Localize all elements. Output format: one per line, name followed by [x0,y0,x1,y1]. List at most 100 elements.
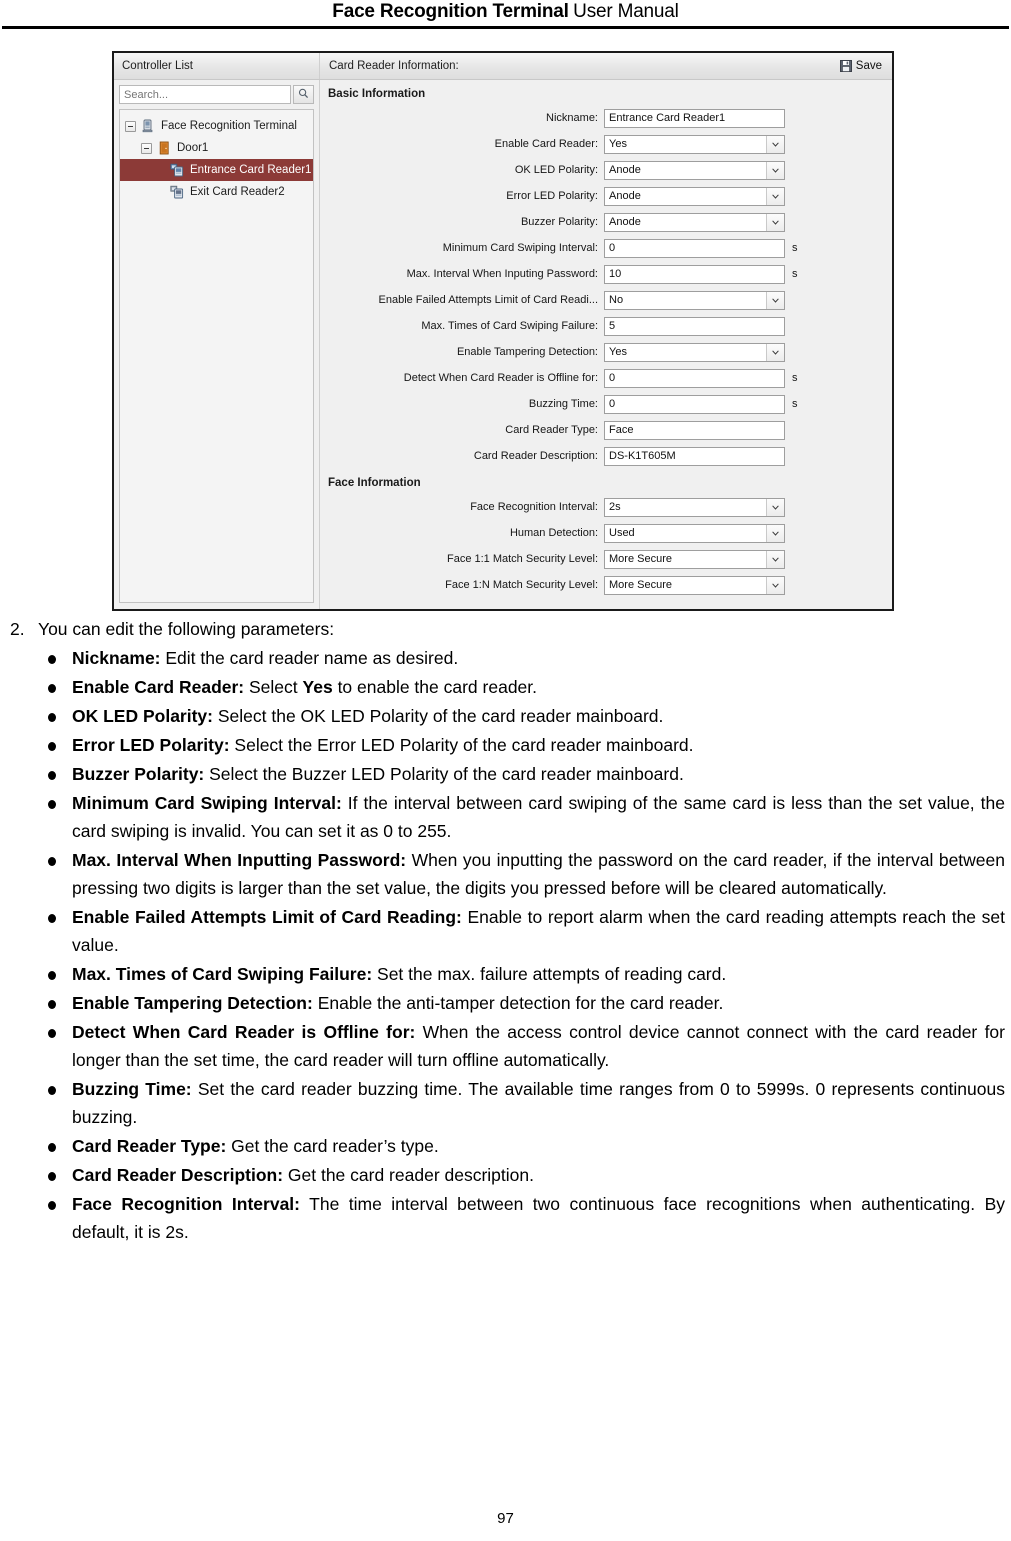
device-tree[interactable]: Face Recognition Terminal Door1 Entrance… [119,109,314,603]
door-icon [157,141,172,155]
list-item: Buzzing Time: Set the card reader buzzin… [44,1075,1005,1131]
field-value: Entrance Card Reader1 [609,112,726,124]
tree-item-label: Entrance Card Reader1 [190,164,312,176]
chevron-down-icon[interactable] [766,524,784,542]
manual-product-title: Face Recognition Terminal [332,1,569,22]
tree-item-entrance-card-reader1[interactable]: Entrance Card Reader1 [120,159,313,181]
detect-offline-duration-input[interactable]: 0 [604,368,785,388]
field-row-buzzer-polarity: Buzzer Polarity: Anode [326,209,880,235]
app-window: Controller List Card Reader Information:… [112,51,894,611]
card-reader-icon [170,185,185,199]
field-value: 0 [609,398,616,410]
bullet-desc: Get the card reader’s type. [226,1136,439,1156]
chevron-down-icon[interactable] [766,498,784,516]
bullet-term: Face Recognition Interval: [72,1194,300,1214]
max-times-card-swiping-failure-input[interactable]: 5 [604,316,785,336]
field-label: Nickname: [546,112,598,124]
chevron-down-icon[interactable] [766,576,784,594]
field-value: DS-K1T605M [609,450,676,462]
chevron-down-icon[interactable] [766,187,784,205]
field-label: Detect When Card Reader is Offline for: [403,372,598,384]
collapse-toggle-icon[interactable] [125,120,136,132]
enable-card-reader-select[interactable]: Yes [604,134,785,154]
human-detection-select[interactable]: Used [604,523,785,543]
buzzing-time-input[interactable]: 0 [604,394,785,414]
list-item: Max. Interval When Inputting Password: W… [44,846,1005,902]
card-reader-icon [170,163,185,177]
field-value: Yes [609,138,627,150]
field-value: 5 [609,320,616,332]
instructions-body: 2. You can edit the following parameters… [0,616,1011,1246]
save-button[interactable]: Save [839,60,882,72]
field-row-nickname: Nickname: Entrance Card Reader1 [326,105,880,131]
card-reader-type-input[interactable]: Face [604,420,785,440]
field-row-max-times-of-card-swiping-failure: Max. Times of Card Swiping Failure: 5 [326,313,880,339]
field-value: Used [609,527,635,539]
field-row-error-led-polarity: Error LED Polarity: Anode [326,183,880,209]
field-unit: s [792,398,798,410]
bullet-desc: Get the card reader description. [283,1165,534,1185]
field-value: 0 [609,242,616,254]
tree-item-label: Exit Card Reader2 [190,186,285,198]
max-interval-password-input[interactable]: 10 [604,264,785,284]
field-row-card-reader-description: Card Reader Description: DS-K1T605M [326,443,880,469]
ok-led-polarity-select[interactable]: Anode [604,160,785,180]
chevron-down-icon[interactable] [766,161,784,179]
chevron-down-icon[interactable] [766,343,784,361]
buzzer-polarity-select[interactable]: Anode [604,212,785,232]
chevron-down-icon[interactable] [766,550,784,568]
field-value: 0 [609,372,616,384]
tree-item-exit-card-reader2[interactable]: Exit Card Reader2 [120,181,313,203]
face-1-1-match-security-level-select[interactable]: More Secure [604,549,785,569]
bullet-term: Error LED Polarity: [72,735,230,755]
field-row-detect-when-card-reader-offline: Detect When Card Reader is Offline for: … [326,365,880,391]
face-recognition-interval-select[interactable]: 2s [604,497,785,517]
search-button[interactable] [293,85,314,104]
chevron-down-icon[interactable] [766,213,784,231]
chevron-down-icon[interactable] [766,135,784,153]
header-divider [2,26,1009,29]
face-1-n-match-security-level-select[interactable]: More Secure [604,575,785,595]
search-input[interactable] [119,85,291,104]
bullet-term: Max. Times of Card Swiping Failure: [72,964,373,984]
field-label: Enable Failed Attempts Limit of Card Rea… [378,294,599,306]
bullet-desc: Set the card reader buzzing time. The av… [72,1079,1005,1127]
collapse-toggle-icon[interactable] [141,142,152,154]
field-label: Card Reader Type: [505,424,598,436]
chevron-down-icon[interactable] [766,291,784,309]
field-value: Yes [609,346,627,358]
card-reader-description-input[interactable]: DS-K1T605M [604,446,785,466]
list-item: Face Recognition Interval: The time inte… [44,1190,1005,1246]
bullet-term: Max. Interval When Inputting Password: [72,850,407,870]
card-reader-information-panel: Basic Information Nickname: Entrance Car… [320,80,892,609]
nickname-input[interactable]: Entrance Card Reader1 [604,108,785,128]
controller-list-header: Controller List [114,53,320,79]
enable-tampering-detection-select[interactable]: Yes [604,342,785,362]
field-label: Human Detection: [509,527,598,539]
field-value: More Secure [609,553,672,565]
field-value: Anode [609,190,641,202]
field-label: Max. Interval When Inputing Password: [406,268,598,280]
field-value: Face [609,424,634,436]
tree-item-door1[interactable]: Door1 [120,137,313,159]
list-item: Minimum Card Swiping Interval: If the in… [44,789,1005,845]
field-label: Face 1:1 Match Security Level: [446,553,598,565]
minimum-card-swiping-interval-input[interactable]: 0 [604,238,785,258]
field-value: Anode [609,164,641,176]
enable-failed-attempts-limit-select[interactable]: No [604,290,785,310]
field-row-face-1-1-match-security-level: Face 1:1 Match Security Level: More Secu… [326,546,880,572]
figure-card-reader-settings: Controller List Card Reader Information:… [112,51,894,611]
field-row-buzzing-time: Buzzing Time: 0 s [326,391,880,417]
bullet-term: Detect When Card Reader is Offline for: [72,1022,416,1042]
numbered-step-2: 2. You can edit the following parameters… [4,616,1005,643]
save-label: Save [855,60,882,72]
list-item: Card Reader Type: Get the card reader’s … [44,1132,1005,1160]
field-label: Enable Tampering Detection: [456,346,598,358]
error-led-polarity-select[interactable]: Anode [604,186,785,206]
tree-item-face-recognition-terminal[interactable]: Face Recognition Terminal [120,115,313,137]
app-body: Face Recognition Terminal Door1 [114,80,892,609]
bullet-desc-emphasis: Yes [302,677,333,697]
field-row-face-recognition-interval: Face Recognition Interval: 2s [326,494,880,520]
list-item: Max. Times of Card Swiping Failure: Set … [44,960,1005,988]
bullet-term: Buzzer Polarity: [72,764,205,784]
